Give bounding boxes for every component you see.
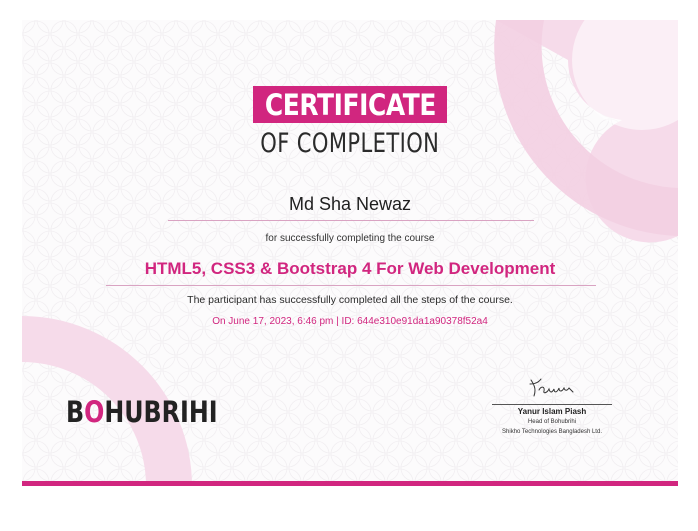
- signature-image: [529, 378, 574, 397]
- course-title: HTML5, CSS3 & Bootstrap 4 For Web Develo…: [144, 259, 556, 278]
- certificate-title: CERTIFICATE: [264, 87, 436, 122]
- bottom-accent-bar: [22, 481, 678, 486]
- certificate-subtitle: OF COMPLETION: [260, 128, 440, 159]
- certificate-card: CERTIFICATE OF COMPLETION Md Sha Newaz f…: [22, 20, 678, 486]
- name-underline: [168, 220, 534, 221]
- signer-company: Shikho Technologies Bangladesh Ltd.: [502, 429, 602, 435]
- o-with-dots-icon: O..: [84, 395, 105, 429]
- certificate-page: CERTIFICATE OF COMPLETION Md Sha Newaz f…: [0, 0, 698, 531]
- intro-text: for successfully completing the course: [265, 233, 435, 244]
- signature-line: [492, 404, 612, 405]
- completion-text: The participant has successfully complet…: [187, 294, 513, 306]
- certificate-content: CERTIFICATE OF COMPLETION Md Sha Newaz f…: [22, 20, 678, 486]
- course-underline: [106, 285, 596, 286]
- signer-name: Yanur Islam Piash: [517, 407, 587, 416]
- signer-role: Head of Bohubrihi: [527, 419, 577, 425]
- bohubrihi-logo: BO.. HUBRIHI: [66, 395, 218, 429]
- recipient-name: Md Sha Newaz: [288, 194, 412, 214]
- completion-date-id: On June 17, 2023, 6:46 pm | ID: 644e310e…: [212, 316, 488, 327]
- certificate-title-banner: CERTIFICATE: [253, 86, 447, 123]
